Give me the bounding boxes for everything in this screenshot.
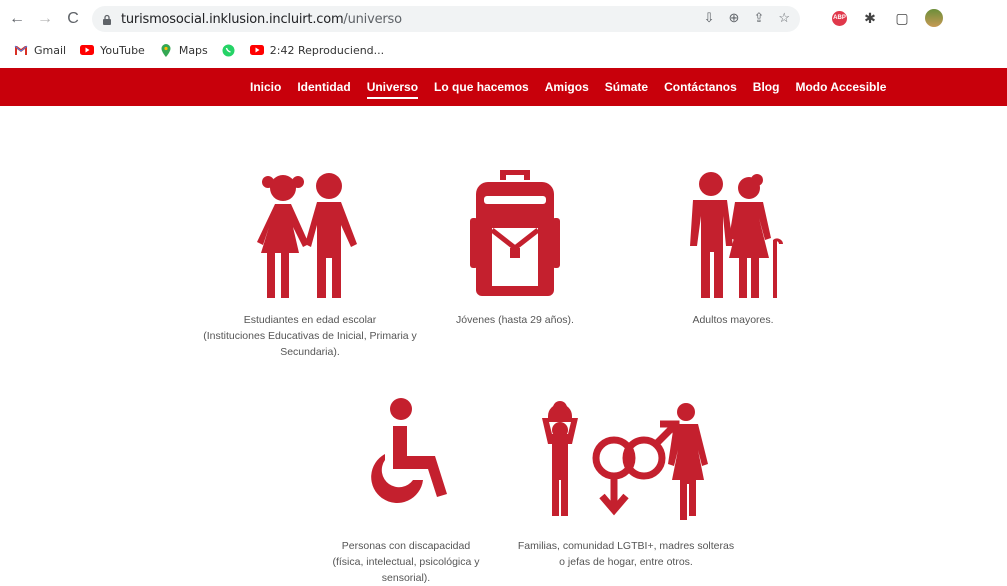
card-text-line: Jóvenes (hasta 29 años). xyxy=(456,314,574,326)
side-panel-icon[interactable]: ▢ xyxy=(893,9,911,27)
nav-amigos[interactable]: Amigos xyxy=(545,80,589,94)
bookmark-gmail[interactable]: Gmail xyxy=(14,44,66,57)
bookmark-youtube-playing[interactable]: 2:42 Reproduciend... xyxy=(249,44,384,57)
audience-card-families: Familias, comunidad LGTBI+, madres solte… xyxy=(516,400,736,570)
extensions-puzzle-icon[interactable]: ✱ xyxy=(861,9,879,27)
nav-contactanos[interactable]: Contáctanos xyxy=(664,80,737,94)
browser-toolbar: ← → C turismosocial.inklusion.incluirt.c… xyxy=(0,0,1007,38)
reload-icon[interactable]: C xyxy=(62,8,84,30)
nav-identidad[interactable]: Identidad xyxy=(297,80,350,94)
card-text-line: o jefas de hogar, entre otros. xyxy=(559,556,693,568)
lock-icon xyxy=(103,14,111,25)
bookmark-youtube[interactable]: YouTube xyxy=(80,44,145,57)
bookmark-star-icon[interactable]: ☆ xyxy=(778,10,790,26)
children-icon xyxy=(257,173,357,298)
card-text-line: (física, intelectual, psicológica y sens… xyxy=(332,556,480,584)
bookmark-whatsapp[interactable] xyxy=(222,44,236,56)
card-text-line: Secundaria). xyxy=(280,346,340,358)
nav-blog[interactable]: Blog xyxy=(753,80,780,94)
nav-sumate[interactable]: Súmate xyxy=(605,80,648,94)
adblock-plus-icon[interactable]: ABP xyxy=(832,10,847,26)
profile-avatar[interactable] xyxy=(925,9,943,27)
maps-icon xyxy=(159,43,173,57)
gmail-icon xyxy=(14,44,28,56)
address-bar[interactable]: turismosocial.inklusion.incluirt.com/uni… xyxy=(92,6,800,32)
install-app-icon[interactable]: ⇩ xyxy=(704,10,715,26)
audience-card-elderly: Adultos mayores. xyxy=(640,168,826,328)
card-text-line: (Instituciones Educativas de Inicial, Pr… xyxy=(203,330,417,342)
audience-card-students: Estudiantes en edad escolar (Institucion… xyxy=(200,168,420,360)
youtube-icon xyxy=(249,44,264,56)
forward-arrow-icon[interactable]: → xyxy=(34,8,56,30)
bookmark-maps[interactable]: Maps xyxy=(159,43,208,57)
site-navigation: Inicio Identidad Universo Lo que hacemos… xyxy=(0,68,1007,106)
audience-card-youth: Jóvenes (hasta 29 años). xyxy=(430,168,600,328)
url-text: turismosocial.inklusion.incluirt.com/uni… xyxy=(121,11,402,27)
backpack-icon xyxy=(470,170,560,296)
bookmarks-bar: Gmail YouTube Maps 2:42 Reproduciend... xyxy=(0,38,1007,62)
card-text-line: Adultos mayores. xyxy=(692,314,774,326)
share-icon[interactable]: ⇪ xyxy=(753,10,764,26)
zoom-icon[interactable]: ⊕ xyxy=(729,10,740,26)
nav-inicio[interactable]: Inicio xyxy=(250,80,281,94)
nav-universo[interactable]: Universo xyxy=(366,80,419,99)
youtube-icon xyxy=(80,44,95,56)
nav-modo-accesible[interactable]: Modo Accesible xyxy=(795,80,886,94)
audience-card-disability: Personas con discapacidad (física, intel… xyxy=(316,396,496,586)
wheelchair-icon xyxy=(371,398,447,503)
back-arrow-icon[interactable]: ← xyxy=(6,8,28,30)
card-text-line: Estudiantes en edad escolar xyxy=(243,314,377,326)
nav-lo-que-hacemos[interactable]: Lo que hacemos xyxy=(434,80,529,94)
whatsapp-icon xyxy=(222,44,236,56)
card-text-line: Personas con discapacidad xyxy=(341,540,471,552)
elderly-couple-icon xyxy=(690,172,783,298)
card-text-line: Familias, comunidad LGTBI+, madres solte… xyxy=(517,540,735,552)
family-diversity-icon xyxy=(542,401,708,520)
